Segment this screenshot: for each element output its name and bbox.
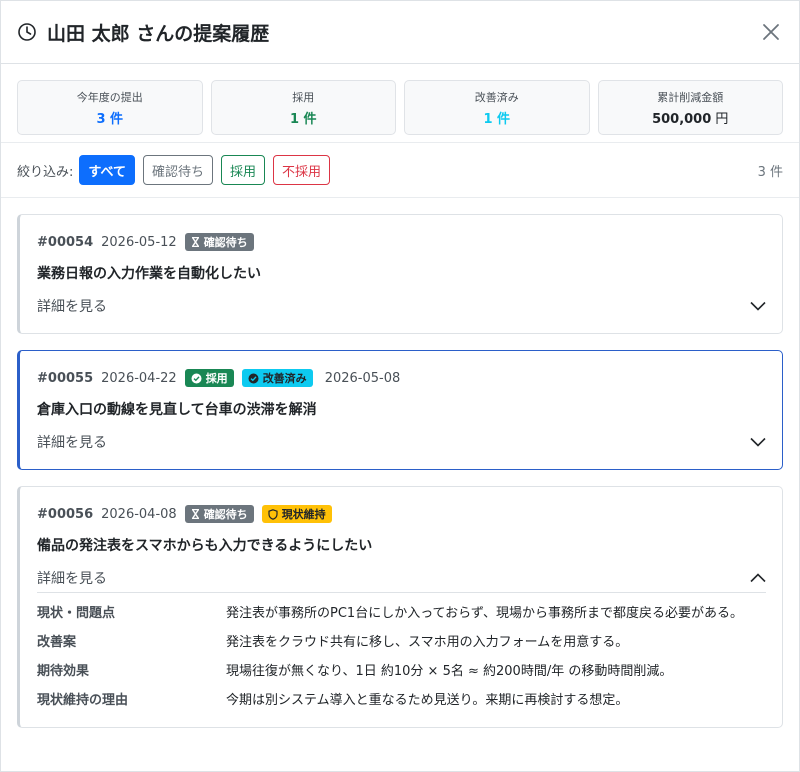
stat-improved: 改善済み 1 件 (404, 80, 590, 135)
stat-submitted: 今年度の提出 3 件 (17, 80, 203, 135)
proposal-date: 2026-04-08 (101, 506, 177, 522)
chevron-up-icon (750, 572, 766, 582)
stat-amount: 500,000 (652, 111, 712, 127)
stat-label: 累計削減金額 (657, 90, 724, 104)
status-badge: 確認待ち (184, 505, 254, 523)
proposal-card: #00056 2026-04-08 確認待ち 現状維持 備品の発注表をスマホから… (17, 486, 783, 728)
proposal-id: #00056 (37, 506, 94, 522)
status-badge: 確認待ち (184, 233, 254, 251)
hourglass-icon (191, 509, 199, 519)
proposal-title: 倉庫入口の動線を見直して台車の渋滞を解消 (37, 402, 317, 418)
check-circle-icon (191, 373, 202, 383)
detail-key: 現状維持の理由 (37, 693, 129, 708)
stat-savings: 累計削減金額 500,000 円 (597, 80, 783, 135)
card-meta: #00054 2026-05-12 確認待ち (37, 232, 766, 252)
filter-adopted-button[interactable]: 採用 (220, 155, 265, 185)
detail-key: 期待効果 (37, 664, 90, 679)
details-toggle[interactable]: 詳細を見る (37, 427, 766, 457)
status-badge-label: 採用 (205, 372, 228, 385)
modal-header: 山田 太郎 さんの提案履歴 (1, 1, 799, 64)
detail-key: 現状・問題点 (37, 606, 116, 621)
filter-label: 絞り込み: (17, 164, 74, 180)
stat-adopted: 採用 1 件 (210, 80, 396, 135)
improved-badge-label: 改善済み (262, 372, 307, 385)
improved-date: 2026-05-08 (324, 370, 401, 386)
stat-label: 採用 (292, 90, 315, 104)
shield-icon (268, 508, 278, 520)
hourglass-icon (191, 237, 199, 247)
detail-row: 期待効果 現場往復が無くなり、1日 約10分 × 5名 ≈ 約200時間/年 の… (37, 655, 766, 684)
filter-pending-button[interactable]: 確認待ち (142, 155, 213, 185)
keep-status-badge: 現状維持 (261, 505, 332, 523)
stat-unit: 円 (711, 111, 729, 127)
proposal-card: #00054 2026-05-12 確認待ち 業務日報の入力作業を自動化したい … (17, 214, 783, 334)
proposal-card: #00055 2026-04-22 採用 改善済み 2026-05-08 倉庫入… (17, 350, 783, 470)
detail-value: 発注表が事務所のPC1台にしか入っておらず、現場から事務所まで都度戻る必要がある… (226, 606, 743, 621)
improved-badge: 改善済み (241, 369, 313, 387)
check-circle-icon (248, 373, 259, 383)
detail-value: 発注表をクラウド共有に移し、スマホ用の入力フォームを用意する。 (226, 635, 629, 650)
details-toggle[interactable]: 詳細を見る (37, 291, 766, 321)
stat-value: 1 件 (483, 111, 511, 127)
stat-value: 500,000 円 (652, 108, 728, 127)
status-badge-label: 確認待ち (203, 508, 248, 521)
keep-status-badge-label: 現状維持 (281, 508, 326, 521)
stat-label: 今年度の提出 (76, 90, 143, 104)
card-meta: #00055 2026-04-22 採用 改善済み 2026-05-08 (37, 368, 766, 388)
detail-value: 現場往復が無くなり、1日 約10分 × 5名 ≈ 約200時間/年 の移動時間削… (226, 664, 673, 679)
proposal-date: 2026-05-12 (101, 234, 177, 250)
filter-rejected-button[interactable]: 不採用 (273, 155, 331, 185)
status-badge-label: 確認待ち (203, 236, 248, 249)
proposal-title: 業務日報の入力作業を自動化したい (37, 266, 261, 282)
result-count: 3 件 (757, 164, 783, 180)
details-toggle[interactable]: 詳細を見る (37, 563, 766, 593)
details-toggle-label: 詳細を見る (37, 570, 107, 587)
stat-value: 1 件 (289, 111, 317, 127)
filter-bar: 絞り込み: すべて 確認待ち 採用 不採用 3 件 (1, 143, 799, 198)
proposal-details: 現状・問題点 発注表が事務所のPC1台にしか入っておらず、現場から事務所まで都度… (37, 597, 766, 727)
proposal-list: #00054 2026-05-12 確認待ち 業務日報の入力作業を自動化したい … (1, 198, 799, 728)
filter-all-button[interactable]: すべて (79, 155, 135, 185)
stat-label: 改善済み (474, 90, 519, 104)
card-meta: #00056 2026-04-08 確認待ち 現状維持 (37, 504, 766, 524)
details-toggle-label: 詳細を見る (37, 299, 107, 315)
proposal-id: #00054 (37, 234, 94, 250)
detail-value: 今期は別システム導入と重なるため見送り。来期に再検討する想定。 (226, 693, 629, 708)
proposal-date: 2026-04-22 (101, 370, 177, 386)
modal-title: 山田 太郎 さんの提案履歴 (47, 22, 270, 45)
detail-row: 改善案 発注表をクラウド共有に移し、スマホ用の入力フォームを用意する。 (37, 626, 766, 655)
status-badge: 採用 (184, 369, 234, 387)
chevron-down-icon (750, 301, 766, 311)
close-icon[interactable] (759, 20, 783, 44)
chevron-down-icon (750, 437, 766, 447)
details-toggle-label: 詳細を見る (37, 435, 107, 451)
clock-history-icon (17, 21, 39, 43)
detail-key: 改善案 (37, 635, 77, 650)
proposal-title: 備品の発注表をスマホからも入力できるようにしたい (37, 538, 373, 554)
detail-row: 現状維持の理由 今期は別システム導入と重なるため見送り。来期に再検討する想定。 (37, 684, 766, 713)
proposal-history-modal: 山田 太郎 さんの提案履歴 今年度の提出 3 件 採用 1 件 改善済み 1 件… (0, 0, 800, 772)
detail-row: 現状・問題点 発注表が事務所のPC1台にしか入っておらず、現場から事務所まで都度… (37, 597, 766, 626)
stat-value: 3 件 (96, 111, 124, 127)
proposal-id: #00055 (37, 370, 94, 386)
stats-row: 今年度の提出 3 件 採用 1 件 改善済み 1 件 累計削減金額 500,00… (1, 64, 799, 143)
